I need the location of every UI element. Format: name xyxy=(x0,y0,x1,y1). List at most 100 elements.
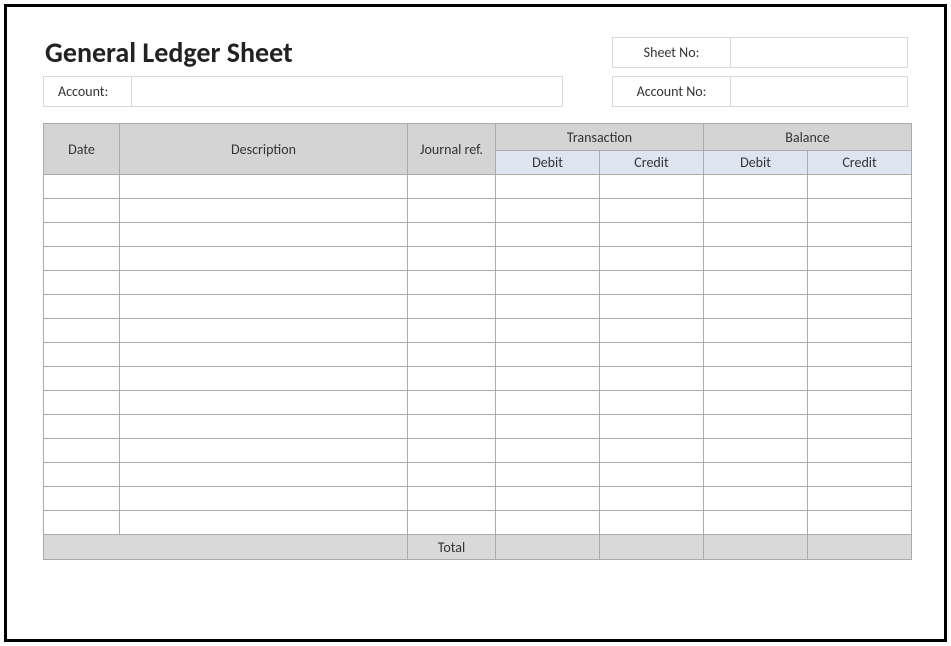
cell-balDebit[interactable] xyxy=(704,247,808,271)
cell-date[interactable] xyxy=(44,511,120,535)
cell-txDebit[interactable] xyxy=(496,391,600,415)
cell-ref[interactable] xyxy=(408,511,496,535)
cell-txCredit[interactable] xyxy=(600,223,704,247)
cell-ref[interactable] xyxy=(408,247,496,271)
cell-description[interactable] xyxy=(120,223,408,247)
account-no-value[interactable] xyxy=(731,77,907,106)
cell-date[interactable] xyxy=(44,463,120,487)
cell-txCredit[interactable] xyxy=(600,367,704,391)
cell-description[interactable] xyxy=(120,463,408,487)
cell-txDebit[interactable] xyxy=(496,511,600,535)
cell-ref[interactable] xyxy=(408,415,496,439)
cell-txCredit[interactable] xyxy=(600,271,704,295)
cell-ref[interactable] xyxy=(408,175,496,199)
cell-txCredit[interactable] xyxy=(600,391,704,415)
cell-txDebit[interactable] xyxy=(496,487,600,511)
cell-txDebit[interactable] xyxy=(496,343,600,367)
cell-description[interactable] xyxy=(120,247,408,271)
cell-balDebit[interactable] xyxy=(704,439,808,463)
cell-balCredit[interactable] xyxy=(808,247,912,271)
cell-date[interactable] xyxy=(44,439,120,463)
cell-ref[interactable] xyxy=(408,199,496,223)
cell-description[interactable] xyxy=(120,199,408,223)
cell-txDebit[interactable] xyxy=(496,247,600,271)
cell-txDebit[interactable] xyxy=(496,367,600,391)
cell-balCredit[interactable] xyxy=(808,199,912,223)
cell-description[interactable] xyxy=(120,415,408,439)
cell-txCredit[interactable] xyxy=(600,247,704,271)
cell-description[interactable] xyxy=(120,295,408,319)
cell-description[interactable] xyxy=(120,343,408,367)
cell-balCredit[interactable] xyxy=(808,223,912,247)
cell-balDebit[interactable] xyxy=(704,223,808,247)
cell-txDebit[interactable] xyxy=(496,319,600,343)
cell-description[interactable] xyxy=(120,175,408,199)
cell-txDebit[interactable] xyxy=(496,199,600,223)
cell-txCredit[interactable] xyxy=(600,199,704,223)
cell-ref[interactable] xyxy=(408,319,496,343)
cell-date[interactable] xyxy=(44,391,120,415)
cell-balDebit[interactable] xyxy=(704,199,808,223)
cell-balCredit[interactable] xyxy=(808,487,912,511)
cell-ref[interactable] xyxy=(408,367,496,391)
cell-description[interactable] xyxy=(120,319,408,343)
cell-balDebit[interactable] xyxy=(704,175,808,199)
cell-ref[interactable] xyxy=(408,271,496,295)
cell-date[interactable] xyxy=(44,247,120,271)
cell-balCredit[interactable] xyxy=(808,463,912,487)
cell-balCredit[interactable] xyxy=(808,391,912,415)
cell-date[interactable] xyxy=(44,295,120,319)
cell-txCredit[interactable] xyxy=(600,511,704,535)
cell-balCredit[interactable] xyxy=(808,319,912,343)
cell-balCredit[interactable] xyxy=(808,415,912,439)
cell-txCredit[interactable] xyxy=(600,343,704,367)
cell-date[interactable] xyxy=(44,319,120,343)
cell-balDebit[interactable] xyxy=(704,319,808,343)
cell-balDebit[interactable] xyxy=(704,511,808,535)
cell-date[interactable] xyxy=(44,199,120,223)
cell-balCredit[interactable] xyxy=(808,367,912,391)
cell-ref[interactable] xyxy=(408,439,496,463)
cell-txCredit[interactable] xyxy=(600,295,704,319)
cell-txCredit[interactable] xyxy=(600,175,704,199)
cell-txCredit[interactable] xyxy=(600,487,704,511)
cell-txDebit[interactable] xyxy=(496,271,600,295)
cell-txCredit[interactable] xyxy=(600,463,704,487)
cell-date[interactable] xyxy=(44,415,120,439)
cell-txCredit[interactable] xyxy=(600,415,704,439)
cell-txDebit[interactable] xyxy=(496,463,600,487)
cell-txDebit[interactable] xyxy=(496,175,600,199)
account-value[interactable] xyxy=(132,77,562,106)
cell-balDebit[interactable] xyxy=(704,343,808,367)
cell-date[interactable] xyxy=(44,487,120,511)
cell-balDebit[interactable] xyxy=(704,367,808,391)
cell-txCredit[interactable] xyxy=(600,319,704,343)
cell-txCredit[interactable] xyxy=(600,439,704,463)
cell-balDebit[interactable] xyxy=(704,295,808,319)
cell-ref[interactable] xyxy=(408,391,496,415)
cell-description[interactable] xyxy=(120,439,408,463)
cell-balCredit[interactable] xyxy=(808,271,912,295)
cell-description[interactable] xyxy=(120,367,408,391)
cell-date[interactable] xyxy=(44,223,120,247)
cell-description[interactable] xyxy=(120,511,408,535)
cell-ref[interactable] xyxy=(408,463,496,487)
sheet-no-value[interactable] xyxy=(731,38,907,67)
cell-ref[interactable] xyxy=(408,223,496,247)
cell-date[interactable] xyxy=(44,343,120,367)
cell-description[interactable] xyxy=(120,271,408,295)
cell-ref[interactable] xyxy=(408,295,496,319)
cell-balCredit[interactable] xyxy=(808,295,912,319)
cell-balCredit[interactable] xyxy=(808,343,912,367)
cell-balDebit[interactable] xyxy=(704,487,808,511)
cell-date[interactable] xyxy=(44,271,120,295)
cell-balDebit[interactable] xyxy=(704,391,808,415)
cell-txDebit[interactable] xyxy=(496,223,600,247)
cell-txDebit[interactable] xyxy=(496,295,600,319)
cell-date[interactable] xyxy=(44,367,120,391)
cell-balDebit[interactable] xyxy=(704,463,808,487)
cell-balCredit[interactable] xyxy=(808,175,912,199)
cell-ref[interactable] xyxy=(408,487,496,511)
cell-balDebit[interactable] xyxy=(704,415,808,439)
cell-balCredit[interactable] xyxy=(808,439,912,463)
